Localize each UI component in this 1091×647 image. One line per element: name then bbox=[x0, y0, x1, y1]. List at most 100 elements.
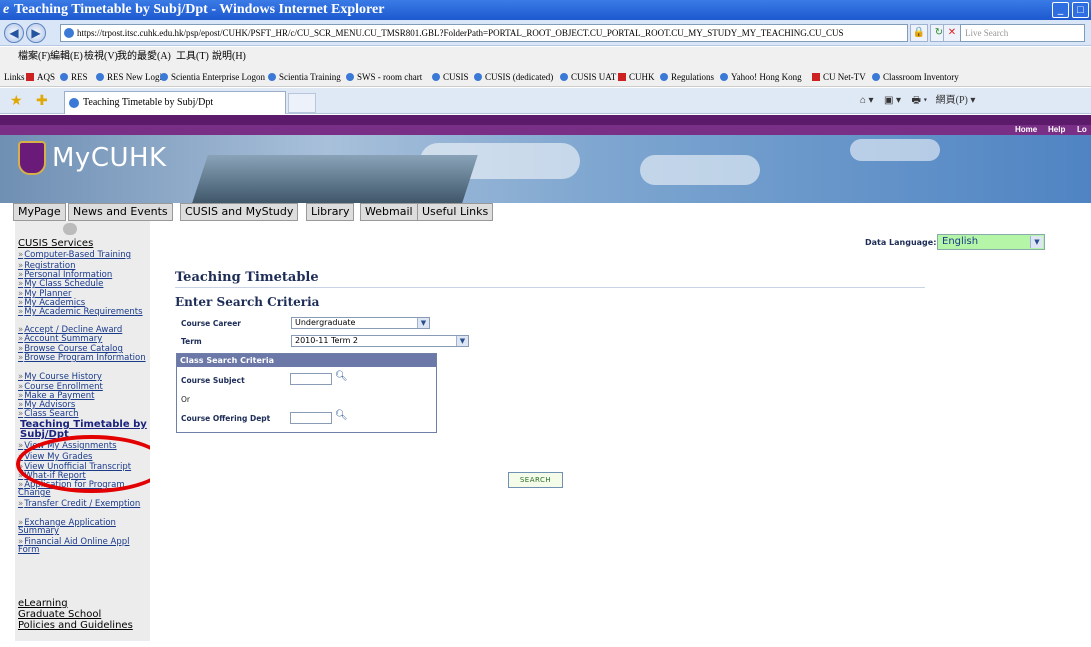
link-cusis-dedicated[interactable]: CUSIS (dedicated) bbox=[474, 67, 553, 87]
sidebar-item-my-class-schedule[interactable]: »My Class Schedule bbox=[18, 280, 150, 289]
sidebar-item-my-course-history[interactable]: »My Course History bbox=[18, 372, 150, 382]
sidebar-item-my-planner[interactable]: »My Planner bbox=[18, 290, 150, 299]
link-scientia-logon[interactable]: Scientia Enterprise Logon bbox=[160, 67, 265, 87]
link-cusis-uat[interactable]: CUSIS UAT bbox=[560, 67, 616, 87]
data-language-select[interactable]: English ▼ bbox=[937, 234, 1045, 250]
sidebar-item-my-advisors[interactable]: »My Advisors bbox=[18, 401, 150, 410]
course-subject-input[interactable] bbox=[290, 373, 332, 385]
term-label: Term bbox=[181, 337, 202, 346]
link-cuhk[interactable]: CUHK bbox=[618, 67, 655, 87]
menu-tools[interactable]: 工具(T) bbox=[176, 47, 209, 67]
link-res[interactable]: RES bbox=[60, 67, 88, 87]
link-cu-net-tv[interactable]: CU Net-TV bbox=[812, 67, 866, 87]
sidebar-item-what-if-report[interactable]: »What-if Report bbox=[18, 472, 150, 481]
stop-icon[interactable]: ✕ bbox=[943, 24, 961, 42]
sidebar-item-make-a-payment[interactable]: »Make a Payment bbox=[18, 392, 150, 401]
sidebar-item-view-unofficial-transcript[interactable]: »View Unofficial Transcript bbox=[18, 463, 150, 472]
sidebar-item-transfer-credit-exemption[interactable]: »Transfer Credit / Exemption bbox=[18, 500, 150, 509]
menu-help[interactable]: 說明(H) bbox=[212, 47, 246, 67]
sidebar-item-view-my-grades[interactable]: »View My Grades bbox=[18, 453, 150, 462]
sidebar-section-cusis-services[interactable]: CUSIS Services bbox=[18, 238, 93, 249]
menu-view[interactable]: 檢視(V) bbox=[84, 47, 118, 67]
sidebar-item-label: View My Assignments bbox=[24, 441, 117, 451]
menu-edit[interactable]: 編輯(E) bbox=[50, 47, 83, 67]
tab-library[interactable]: Library bbox=[306, 203, 355, 221]
maximize-icon[interactable]: □ bbox=[1072, 2, 1089, 18]
course-career-select[interactable]: Undergraduate ▼ bbox=[291, 317, 430, 329]
sidebar-item-exchange-application-summary[interactable]: »Exchange Application Summary bbox=[18, 519, 150, 536]
portal-nav: MyPage News and Events CUSIS and MyStudy… bbox=[0, 203, 1091, 221]
feeds-icon[interactable]: ▣ ▾ bbox=[884, 95, 901, 106]
link-scientia-training[interactable]: Scientia Training bbox=[268, 67, 341, 87]
sidebar-item-label: Browse Program Information bbox=[24, 353, 146, 363]
minimize-icon[interactable]: _ bbox=[1052, 2, 1069, 18]
live-search-input[interactable]: Live Search bbox=[960, 24, 1085, 42]
favorites-star-icon[interactable]: ★ bbox=[10, 92, 23, 109]
main-content: Data Language: English ▼ Teaching Timeta… bbox=[150, 221, 1091, 641]
link-classroom-inventory[interactable]: Classroom Inventory bbox=[872, 67, 959, 87]
link-sws-room-chart[interactable]: SWS - room chart bbox=[346, 67, 422, 87]
link-cusis[interactable]: CUSIS bbox=[432, 67, 469, 87]
term-select[interactable]: 2010-11 Term 2 ▼ bbox=[291, 335, 469, 347]
links-label: Links bbox=[4, 72, 25, 82]
sidebar-item-my-academics[interactable]: »My Academics bbox=[18, 299, 150, 308]
tab-cusis-and-mystudy[interactable]: CUSIS and MyStudy bbox=[180, 203, 299, 221]
sidebar-item-accept-decline-award[interactable]: »Accept / Decline Award bbox=[18, 326, 150, 335]
new-tab-button[interactable] bbox=[288, 93, 316, 113]
collapse-sidebar-icon[interactable] bbox=[63, 223, 77, 235]
home-link[interactable]: Home bbox=[1015, 125, 1037, 135]
sidebar-item-computer-based-training[interactable]: »Computer-Based Training bbox=[18, 251, 150, 260]
sidebar-item-label: My Academic Requirements bbox=[24, 307, 143, 317]
tab-news-and-events[interactable]: News and Events bbox=[68, 203, 173, 221]
address-input[interactable]: https://trpost.itsc.cuhk.edu.hk/psp/epos… bbox=[60, 24, 908, 42]
page-menu[interactable]: 網頁(P) ▾ bbox=[936, 95, 976, 106]
course-offering-dept-input[interactable] bbox=[290, 412, 332, 424]
tab-mypage[interactable]: MyPage bbox=[13, 203, 66, 221]
class-search-criteria-panel: Class Search Criteria Course Subject 🔍︎ … bbox=[176, 353, 437, 433]
search-button[interactable]: SEARCH bbox=[508, 472, 563, 488]
sidebar-item-browse-course-catalog[interactable]: »Browse Course Catalog bbox=[18, 345, 150, 354]
utility-links: Home Help Lo bbox=[0, 125, 1091, 135]
page-menu-label: 網頁(P) bbox=[935, 95, 968, 106]
print-icon[interactable]: 🖶 ▾ bbox=[912, 95, 928, 106]
sidebar-item-class-search[interactable]: »Class Search bbox=[18, 410, 150, 419]
add-favorite-icon[interactable]: ✚ bbox=[36, 92, 48, 109]
browser-tab[interactable]: Teaching Timetable by Subj/Dpt bbox=[64, 91, 286, 114]
link-res-new-login[interactable]: RES New Login bbox=[96, 67, 167, 87]
link-yahoo-hk[interactable]: Yahoo! Hong Kong bbox=[720, 67, 802, 87]
sidebar-item-browse-program-information[interactable]: »Browse Program Information bbox=[18, 353, 150, 363]
help-link[interactable]: Help bbox=[1048, 125, 1065, 135]
course-offering-dept-label: Course Offering Dept bbox=[181, 414, 271, 423]
tab-useful-links[interactable]: Useful Links bbox=[417, 203, 494, 221]
sidebar-item-label: Application for Program Change bbox=[18, 480, 125, 498]
sidebar-item-label: My Course History bbox=[24, 372, 102, 382]
sidebar-item-account-summary[interactable]: »Account Summary bbox=[18, 335, 150, 344]
sidebar-item-teaching-timetable[interactable]: Teaching Timetable by Subj/Dpt bbox=[20, 420, 152, 440]
sidebar-item-my-academic-requirements[interactable]: »My Academic Requirements bbox=[18, 307, 150, 317]
sidebar-item-financial-aid-online-appl-form[interactable]: »Financial Aid Online Appl Form bbox=[18, 538, 150, 555]
page-icon bbox=[64, 28, 74, 38]
tab-webmail[interactable]: Webmail bbox=[360, 203, 418, 221]
sidebar-item-registration[interactable]: »Registration bbox=[18, 262, 150, 271]
sidebar-section-policies-and-guidelines[interactable]: Policies and Guidelines bbox=[18, 620, 133, 631]
menu-file[interactable]: 檔案(F) bbox=[18, 47, 50, 67]
sidebar-item-personal-information[interactable]: »Personal Information bbox=[18, 271, 150, 280]
back-icon[interactable]: ◀ bbox=[4, 23, 24, 43]
sidebar-section-elearning[interactable]: eLearning bbox=[18, 598, 68, 609]
search-icon[interactable]: 🔍︎ bbox=[335, 371, 348, 382]
forward-icon[interactable]: ▶ bbox=[26, 23, 46, 43]
lock-icon[interactable]: 🔒 bbox=[910, 24, 928, 42]
home-icon[interactable]: ⌂ ▾ bbox=[860, 95, 874, 106]
link-regulations[interactable]: Regulations bbox=[660, 67, 714, 87]
logout-link[interactable]: Lo bbox=[1077, 125, 1087, 135]
mycuhk-logo: MyCUHK bbox=[52, 143, 167, 173]
sidebar-item-application-for-program-change[interactable]: »Application for Program Change bbox=[18, 480, 150, 498]
menu-favorites[interactable]: 我的最愛(A) bbox=[117, 47, 171, 67]
tab-bar: ★ ✚ Teaching Timetable by Subj/Dpt ⌂ ▾ ▣… bbox=[0, 88, 1091, 114]
portal-header-strip bbox=[0, 115, 1091, 125]
link-aqs[interactable]: AQS bbox=[26, 67, 55, 87]
search-icon[interactable]: 🔍︎ bbox=[335, 410, 348, 421]
sidebar-item-course-enrollment[interactable]: »Course Enrollment bbox=[18, 383, 150, 392]
sidebar-item-view-my-assignments[interactable]: »View My Assignments bbox=[18, 441, 150, 451]
sidebar-section-graduate-school[interactable]: Graduate School bbox=[18, 609, 101, 620]
